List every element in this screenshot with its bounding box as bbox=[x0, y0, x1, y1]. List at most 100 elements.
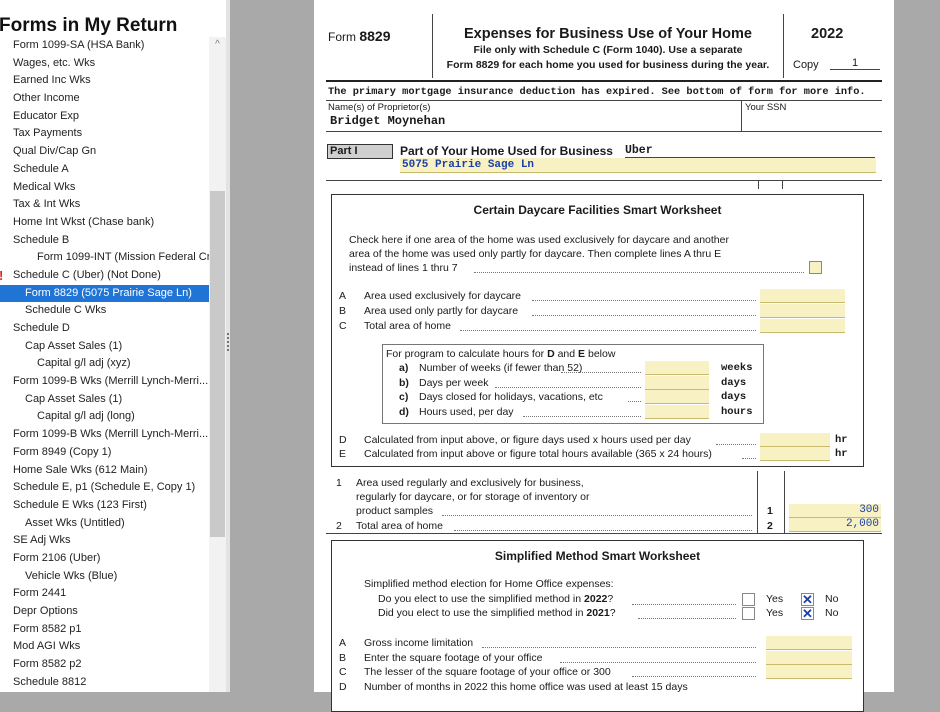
sidebar-item[interactable]: Form 1099-B Wks (Merrill Lynch-Merri... bbox=[0, 426, 210, 444]
sidebar-item[interactable]: Mod AGI Wks bbox=[0, 638, 210, 656]
simplified-input-field[interactable] bbox=[766, 650, 852, 665]
error-icon: ! bbox=[0, 267, 3, 285]
election-q2: Did you elect to use the simplified meth… bbox=[378, 607, 616, 619]
sidebar-item[interactable]: Form 8949 (Copy 1) bbox=[0, 444, 210, 462]
proprietor-name[interactable]: Bridget Moynehan bbox=[330, 114, 445, 128]
program-input-field[interactable] bbox=[645, 390, 709, 404]
sidebar-item[interactable]: Form 1099-B Wks (Merrill Lynch-Merri... bbox=[0, 373, 210, 391]
program-input-field[interactable] bbox=[645, 404, 709, 419]
program-heading: For program to calculate hours for D and… bbox=[386, 348, 615, 360]
sidebar-item[interactable]: Form 8582 p2 bbox=[0, 656, 210, 674]
sidebar-item[interactable]: Wages, etc. Wks bbox=[0, 55, 210, 73]
leader-dots bbox=[482, 647, 756, 648]
address-field[interactable]: 5075 Prairie Sage Ln bbox=[400, 158, 876, 173]
sidebar-item[interactable]: Home Sale Wks (612 Main) bbox=[0, 462, 210, 480]
sidebar-item[interactable]: Capital g/l adj (long) bbox=[0, 408, 210, 426]
sidebar-item[interactable]: Form 8829 (5075 Prairie Sage Ln) bbox=[0, 284, 210, 303]
sidebar-item[interactable]: Schedule B bbox=[0, 232, 210, 250]
q2-yes-checkbox[interactable] bbox=[742, 607, 755, 620]
program-input-field[interactable] bbox=[645, 375, 709, 390]
q1-no-checkbox[interactable]: ✕ bbox=[801, 593, 814, 606]
sidebar-item[interactable]: Cap Asset Sales (1) bbox=[0, 338, 210, 356]
sidebar-item[interactable]: Capital g/l adj (xyz) bbox=[0, 355, 210, 373]
program-letter: a) bbox=[399, 362, 409, 374]
line-2-value-field[interactable]: 2,000 bbox=[789, 518, 881, 532]
program-label: Days per week bbox=[419, 376, 489, 389]
sidebar-item[interactable]: Depr Options bbox=[0, 603, 210, 621]
sidebar-item-label: Schedule 8812 bbox=[13, 675, 87, 688]
program-d: D bbox=[547, 348, 555, 360]
sidebar-item[interactable]: Schedule E Wks (123 First) bbox=[0, 497, 210, 515]
sidebar-scrollbar[interactable]: ^ bbox=[209, 37, 226, 692]
q2-no-checkbox[interactable]: ✕ bbox=[801, 607, 814, 620]
sidebar-item[interactable]: Other Income bbox=[0, 90, 210, 108]
sidebar-item-label: Tax & Int Wks bbox=[13, 198, 81, 211]
leader-dots bbox=[442, 515, 752, 516]
form-title: Expenses for Business Use of Your Home bbox=[464, 26, 752, 42]
line-1-box-number: 1 bbox=[767, 505, 773, 517]
tick-1 bbox=[758, 180, 759, 189]
sidebar-item[interactable]: Tax Payments bbox=[0, 125, 210, 143]
sidebar-item-label: Home Int Wkst (Chase bank) bbox=[13, 215, 155, 228]
daycare-input-field[interactable] bbox=[760, 319, 845, 333]
q1-yes-checkbox[interactable] bbox=[742, 593, 755, 606]
line-1-text-1: Area used regularly and exclusively for … bbox=[356, 477, 584, 489]
sidebar-item[interactable]: Form 1099-INT (Mission Federal Cr... bbox=[0, 249, 210, 267]
program-input-field[interactable] bbox=[645, 361, 709, 375]
leader-dots bbox=[628, 401, 641, 402]
sidebar-item[interactable]: Educator Exp bbox=[0, 108, 210, 126]
line-1-value-field[interactable]: 300 bbox=[789, 504, 881, 518]
sidebar-item[interactable]: Form 1099-SA (HSA Bank) bbox=[0, 37, 210, 55]
daycare-checkbox[interactable] bbox=[809, 261, 822, 274]
calc-input-field[interactable] bbox=[760, 433, 830, 447]
simplified-worksheet: Simplified Method Smart Worksheet Simpli… bbox=[331, 540, 864, 712]
sidebar-item-label: Capital g/l adj (xyz) bbox=[37, 357, 131, 370]
notice-text: The primary mortgage insurance deduction… bbox=[328, 86, 866, 98]
line-1-text-3: product samples bbox=[356, 505, 434, 517]
q2-yes-label: Yes bbox=[766, 607, 784, 619]
sidebar-item[interactable]: Form 8582 p1 bbox=[0, 621, 210, 639]
simplified-input-field[interactable] bbox=[766, 665, 852, 679]
program-e: E bbox=[578, 348, 586, 360]
sidebar-title: Forms in My Return bbox=[0, 15, 178, 36]
sidebar-item[interactable]: Qual Div/Cap Gn bbox=[0, 143, 210, 161]
line-letter: E bbox=[339, 448, 347, 460]
line-letter: C bbox=[339, 666, 347, 678]
sidebar-item[interactable]: Earned Inc Wks bbox=[0, 72, 210, 90]
sidebar-item-label: Schedule B bbox=[13, 233, 70, 246]
sidebar-item[interactable]: Schedule 8812 bbox=[0, 674, 210, 692]
calc-input-field[interactable] bbox=[760, 447, 830, 461]
sidebar-item[interactable]: Schedule C Wks bbox=[0, 302, 210, 320]
scrollbar-thumb[interactable] bbox=[210, 191, 225, 537]
sidebar-item-label: Schedule E Wks (123 First) bbox=[13, 498, 147, 511]
program-letter: d) bbox=[399, 405, 409, 418]
sidebar-item[interactable]: Schedule E, p1 (Schedule E, Copy 1) bbox=[0, 479, 210, 497]
header-divider-left bbox=[432, 14, 433, 78]
ssn-label: Your SSN bbox=[745, 102, 787, 113]
sidebar-item[interactable]: Form 2106 (Uber) bbox=[0, 550, 210, 568]
copy-field[interactable]: 1 bbox=[830, 57, 880, 70]
line-box-divider-right bbox=[784, 471, 785, 533]
sidebar-item[interactable]: Asset Wks (Untitled) bbox=[0, 515, 210, 533]
sidebar-item[interactable]: Schedule A bbox=[0, 161, 210, 179]
form-subtitle-1: File only with Schedule C (Form 1040). U… bbox=[473, 44, 743, 56]
scroll-up-icon[interactable]: ^ bbox=[210, 39, 225, 51]
sidebar-item-label: SE Adj Wks bbox=[13, 534, 71, 547]
sidebar-item[interactable]: Form 2441 bbox=[0, 585, 210, 603]
sidebar-item[interactable]: Vehicle Wks (Blue) bbox=[0, 568, 210, 586]
sidebar-item[interactable]: SE Adj Wks bbox=[0, 532, 210, 550]
sidebar-item[interactable]: Schedule D bbox=[0, 320, 210, 338]
sidebar-item[interactable]: Tax & Int Wks bbox=[0, 196, 210, 214]
daycare-input-field[interactable] bbox=[760, 289, 845, 303]
calc-unit: hr bbox=[835, 448, 848, 460]
simplified-input-field[interactable] bbox=[766, 636, 852, 650]
sidebar-item-label: Medical Wks bbox=[13, 180, 76, 193]
daycare-input-field[interactable] bbox=[760, 304, 845, 318]
line-label: Area used exclusively for daycare bbox=[364, 290, 521, 302]
business-name-field[interactable]: Uber bbox=[625, 144, 875, 158]
sidebar-item[interactable]: Medical Wks bbox=[0, 179, 210, 197]
line-label: Area used only partly for daycare bbox=[364, 305, 519, 317]
sidebar-item[interactable]: ! Schedule C (Uber) (Not Done) bbox=[0, 267, 210, 285]
sidebar-item[interactable]: Home Int Wkst (Chase bank) bbox=[0, 214, 210, 232]
sidebar-item[interactable]: Cap Asset Sales (1) bbox=[0, 391, 210, 409]
